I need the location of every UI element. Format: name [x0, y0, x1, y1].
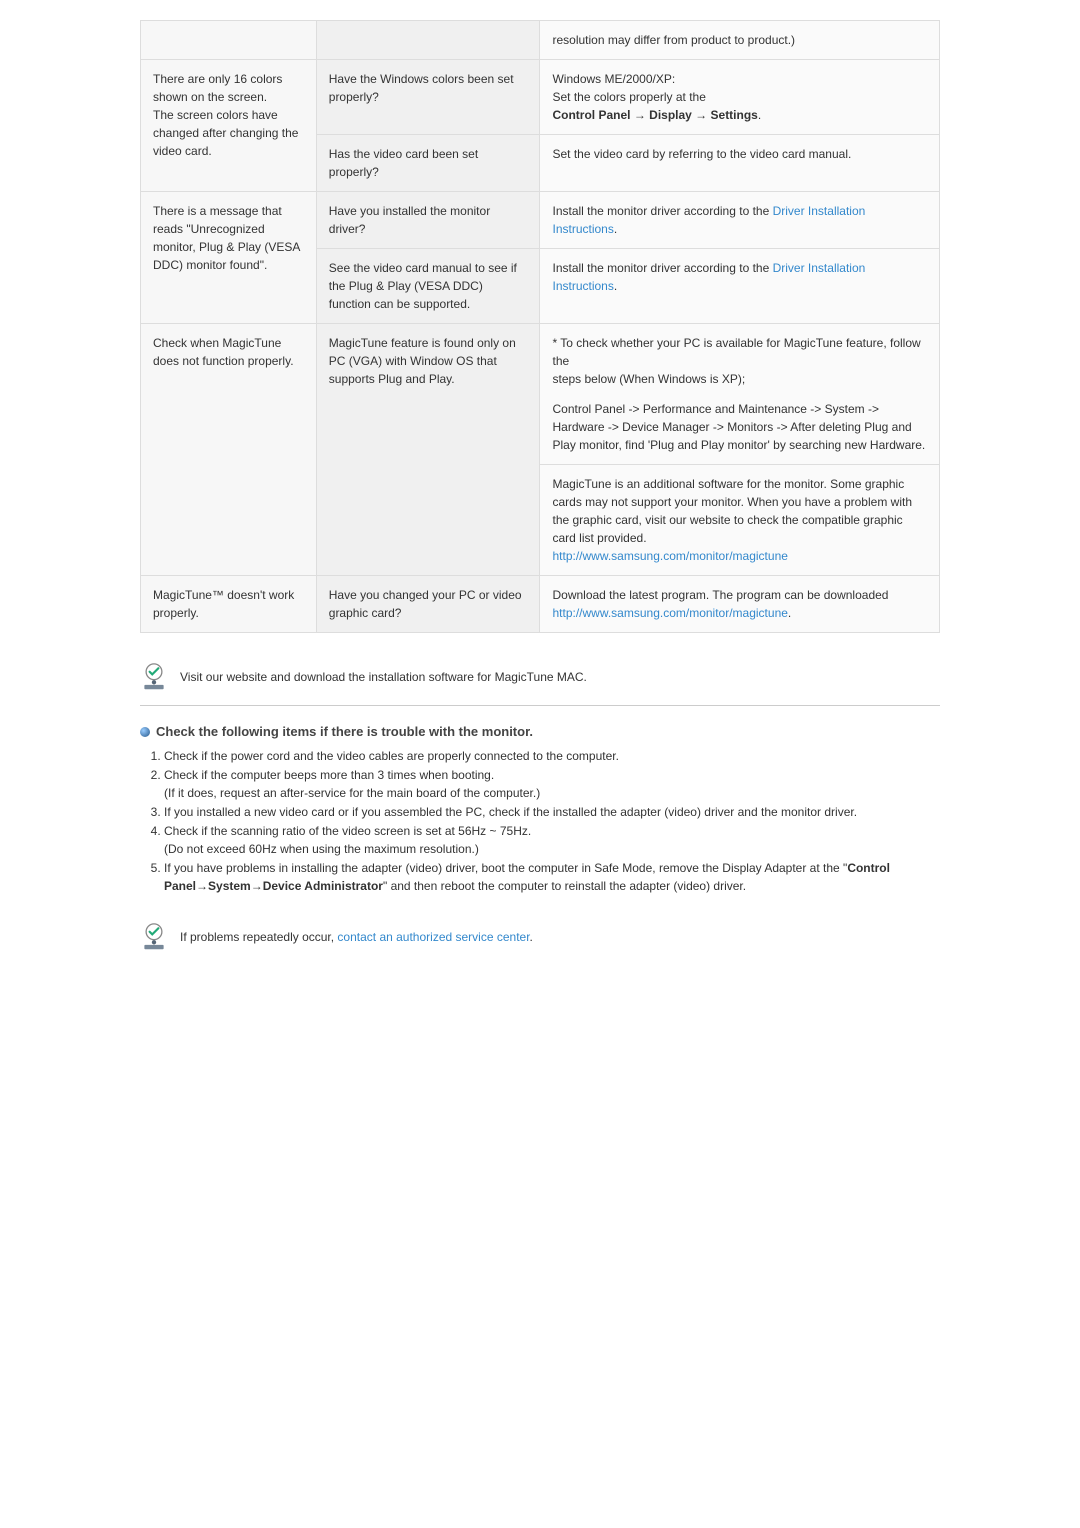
- note-row: Visit our website and download the insta…: [140, 653, 940, 706]
- cell-check: Has the video card been set properly?: [316, 135, 540, 192]
- bullet-icon: [140, 727, 150, 737]
- troubleshooting-table: resolution may differ from product to pr…: [140, 20, 940, 633]
- solution-text: .: [788, 606, 791, 620]
- list-text: " and then reboot the computer to reinst…: [383, 879, 746, 893]
- control-panel-path: Control Panel → Display → Settings: [552, 108, 757, 122]
- solution-text: MagicTune is an additional software for …: [552, 477, 912, 545]
- note-pre: If problems repeatedly occur,: [180, 930, 337, 944]
- cell-solution: * To check whether your PC is available …: [540, 324, 940, 465]
- cell-check: See the video card manual to see if the …: [316, 249, 540, 324]
- list-item: Check if the power cord and the video ca…: [164, 747, 940, 765]
- solution-text: .: [758, 108, 761, 122]
- note-text: Visit our website and download the insta…: [180, 670, 587, 684]
- cell-solution: MagicTune is an additional software for …: [540, 465, 940, 576]
- samsung-magictune-link[interactable]: http://www.samsung.com/monitor/magictune: [552, 606, 787, 620]
- samsung-magictune-link[interactable]: http://www.samsung.com/monitor/magictune: [552, 549, 787, 563]
- solution-text: Download the latest program. The program…: [552, 588, 888, 602]
- checkmark-monitor-icon: [140, 663, 168, 691]
- service-center-link[interactable]: contact an authorized service center: [337, 930, 529, 944]
- cell-symptom: MagicTune™ doesn't work properly.: [141, 576, 317, 633]
- cell-check: Have you installed the monitor driver?: [316, 192, 540, 249]
- cell-check: Have the Windows colors been set properl…: [316, 60, 540, 135]
- note-post: .: [530, 930, 533, 944]
- solution-text: Install the monitor driver according to …: [552, 261, 772, 275]
- check-heading-text: Check the following items if there is tr…: [156, 724, 533, 739]
- solution-block: Control Panel -> Performance and Mainten…: [552, 400, 927, 454]
- cell-solution: Set the video card by referring to the v…: [540, 135, 940, 192]
- cell-check: Have you changed your PC or video graphi…: [316, 576, 540, 633]
- note-text: If problems repeatedly occur, contact an…: [180, 930, 533, 944]
- cell-check: MagicTune feature is found only on PC (V…: [316, 324, 540, 576]
- cell-solution: Download the latest program. The program…: [540, 576, 940, 633]
- list-text: If you have problems in installing the a…: [164, 861, 847, 875]
- cell-symptom: [141, 21, 317, 60]
- check-list: Check if the power cord and the video ca…: [140, 747, 940, 895]
- note-row: If problems repeatedly occur, contact an…: [140, 913, 940, 965]
- list-item: Check if the computer beeps more than 3 …: [164, 766, 940, 802]
- cell-symptom: There is a message that reads "Unrecogni…: [141, 192, 317, 324]
- solution-text: Install the monitor driver according to …: [552, 204, 772, 218]
- check-heading: Check the following items if there is tr…: [140, 724, 940, 739]
- cell-solution: Windows ME/2000/XP: Set the colors prope…: [540, 60, 940, 135]
- list-item: If you have problems in installing the a…: [164, 859, 940, 895]
- checkmark-monitor-icon: [140, 923, 168, 951]
- cell-check: [316, 21, 540, 60]
- solution-block: * To check whether your PC is available …: [552, 334, 927, 388]
- solution-text: .: [614, 279, 617, 293]
- cell-symptom: There are only 16 colors shown on the sc…: [141, 60, 317, 192]
- solution-text: .: [614, 222, 617, 236]
- list-item: Check if the scanning ratio of the video…: [164, 822, 940, 858]
- cell-solution: resolution may differ from product to pr…: [540, 21, 940, 60]
- list-item: If you installed a new video card or if …: [164, 803, 940, 821]
- cell-solution: Install the monitor driver according to …: [540, 192, 940, 249]
- cell-solution: Install the monitor driver according to …: [540, 249, 940, 324]
- solution-text: Windows ME/2000/XP: Set the colors prope…: [552, 72, 705, 104]
- cell-symptom: Check when MagicTune does not function p…: [141, 324, 317, 576]
